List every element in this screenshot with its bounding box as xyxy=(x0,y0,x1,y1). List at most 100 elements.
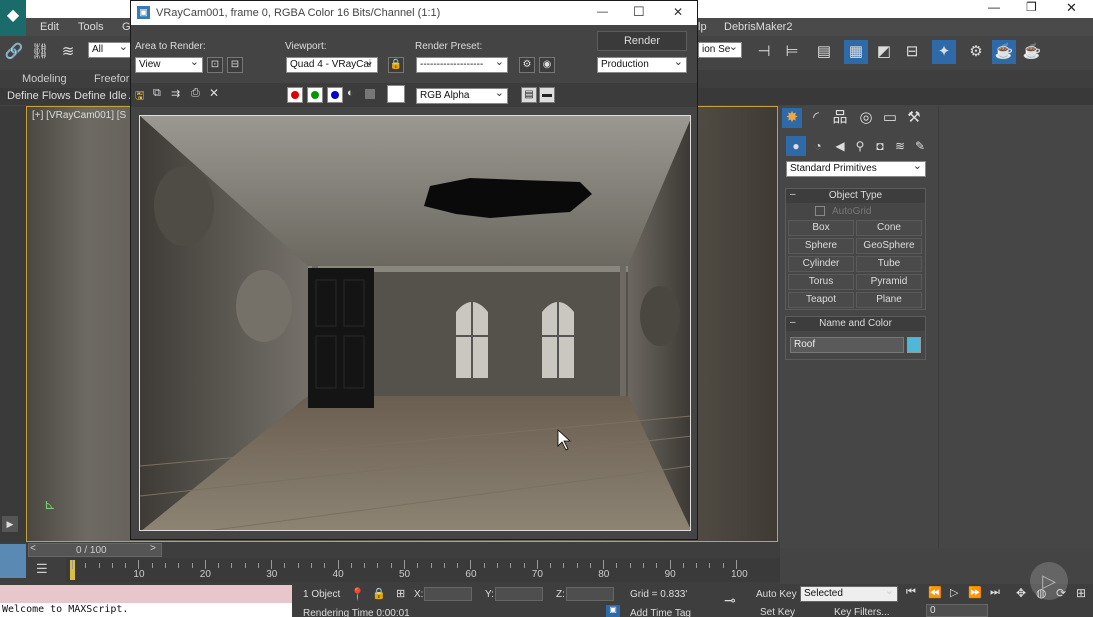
object-name-field[interactable]: Roof xyxy=(790,337,904,353)
render-window-close[interactable]: ✕ xyxy=(673,5,683,19)
cameras-icon[interactable]: ⚲ xyxy=(850,136,870,156)
time-slider-prev[interactable]: < xyxy=(30,543,36,554)
ribbon-tab-modeling[interactable]: Modeling xyxy=(22,73,67,85)
z-field[interactable] xyxy=(566,587,614,601)
auto-region-icon[interactable]: ⊟ xyxy=(227,57,243,73)
hierarchy-tab-icon[interactable]: 品 xyxy=(830,108,850,128)
tube-button[interactable]: Tube xyxy=(856,256,922,272)
render-setup-icon[interactable]: ⚙ xyxy=(964,40,988,64)
systems-icon[interactable]: ✎ xyxy=(910,136,930,156)
menu-help[interactable]: lp xyxy=(698,21,707,33)
spacewarps-icon[interactable]: ≋ xyxy=(890,136,910,156)
maxscript-listener-top[interactable] xyxy=(0,585,292,603)
pyramid-button[interactable]: Pyramid xyxy=(856,274,922,290)
layer-icon[interactable]: ▤ xyxy=(812,40,836,64)
app-logo-icon[interactable]: ◆ xyxy=(0,0,26,36)
rendered-image[interactable] xyxy=(139,115,691,531)
curve-editor-icon[interactable]: ◩ xyxy=(872,40,896,64)
menu-debrismaker[interactable]: DebrisMaker2 xyxy=(724,21,792,33)
prev-frame-icon[interactable]: ⏪ xyxy=(928,586,942,599)
material-editor-icon[interactable]: ✦ xyxy=(932,40,956,64)
mirror-icon[interactable]: ⊣ xyxy=(752,40,776,64)
toggle-ui-overlay-icon[interactable]: ▤ xyxy=(521,87,537,103)
copy-image-icon[interactable]: ⇉ xyxy=(171,87,180,100)
monochrome-icon[interactable] xyxy=(365,89,375,99)
key-filters-button[interactable]: Key Filters... xyxy=(834,607,890,617)
red-channel-button[interactable] xyxy=(287,87,303,103)
set-key-button[interactable]: Set Key xyxy=(760,607,795,617)
x-field[interactable] xyxy=(424,587,472,601)
current-frame-field[interactable]: 0 xyxy=(926,604,988,617)
area-to-render-dropdown[interactable]: View xyxy=(135,57,203,73)
green-channel-button[interactable] xyxy=(307,87,323,103)
cone-button[interactable]: Cone xyxy=(856,220,922,236)
viewport-label[interactable]: [+] [VRayCam001] [S xyxy=(32,110,126,121)
utilities-tab-icon[interactable]: ⚒ xyxy=(904,108,924,128)
modify-tab-icon[interactable]: ◜ xyxy=(806,108,826,128)
ribbon-define-flows[interactable]: Define Flows xyxy=(7,90,71,102)
display-tab-icon[interactable]: ▭ xyxy=(880,108,900,128)
autogrid-checkbox[interactable] xyxy=(815,206,825,216)
time-slider-next[interactable]: > xyxy=(150,543,156,554)
isolate-icon[interactable]: 📍 xyxy=(350,587,365,601)
menu-tools[interactable]: Tools xyxy=(78,21,104,33)
maxscript-listener[interactable]: Welcome to MAXScript. xyxy=(0,603,292,617)
render-setup-icon[interactable]: ⚙ xyxy=(519,57,535,73)
alpha-channel-icon[interactable]: ◐ xyxy=(347,87,354,99)
schematic-view-icon[interactable]: ⊟ xyxy=(900,40,924,64)
print-image-icon[interactable]: ⎙ xyxy=(191,87,200,100)
create-tab-icon[interactable]: ✸ xyxy=(782,108,802,128)
add-time-tag[interactable]: Add Time Tag xyxy=(630,608,691,617)
bind-spacewarp-icon[interactable]: ≋ xyxy=(56,40,80,64)
render-window-maximize[interactable]: ☐ xyxy=(633,4,645,20)
key-icon[interactable]: ⊸ xyxy=(724,592,736,609)
save-image-icon[interactable]: 🖫 xyxy=(135,87,144,106)
environment-icon[interactable]: ◉ xyxy=(539,57,555,73)
named-selection-dropdown[interactable]: ion Se xyxy=(698,42,742,58)
window-restore-button[interactable]: ❐ xyxy=(1026,0,1037,14)
motion-tab-icon[interactable]: ◎ xyxy=(856,108,876,128)
play-icon[interactable]: ▷ xyxy=(950,586,958,599)
align-icon[interactable]: ⊨ xyxy=(780,40,804,64)
cylinder-button[interactable]: Cylinder xyxy=(788,256,854,272)
curve-editor-toggle-icon[interactable]: ☰ xyxy=(36,561,48,577)
production-dropdown[interactable]: Production xyxy=(597,57,687,73)
geosphere-button[interactable]: GeoSphere xyxy=(856,238,922,254)
shapes-icon[interactable]: ◔ xyxy=(808,136,828,156)
helpers-icon[interactable]: ◘ xyxy=(870,136,890,156)
blue-channel-button[interactable] xyxy=(327,87,343,103)
transform-mode-icon[interactable]: ⊞ xyxy=(396,587,405,600)
pan-icon[interactable]: ✥ xyxy=(1016,586,1026,600)
auto-key-button[interactable]: Auto Key xyxy=(756,589,797,600)
maximize-viewport-icon[interactable]: ⊞ xyxy=(1076,586,1086,600)
add-time-tag-icon[interactable]: ▣ xyxy=(606,605,620,617)
render-production-icon[interactable]: ☕ xyxy=(1020,40,1044,64)
window-close-button[interactable]: ✕ xyxy=(1066,0,1077,16)
toggle-ui-icon[interactable]: ▬ xyxy=(539,87,555,103)
lock-viewport-icon[interactable]: 🔒 xyxy=(388,57,404,73)
viewport-dropdown[interactable]: Quad 4 - VRayCai xyxy=(286,57,378,73)
window-minimize-button[interactable]: — xyxy=(988,0,1000,14)
ribbon-define-idle[interactable]: Define Idle A xyxy=(74,90,136,102)
torus-button[interactable]: Torus xyxy=(788,274,854,290)
clone-window-icon[interactable]: ⧉ xyxy=(153,87,161,100)
sphere-button[interactable]: Sphere xyxy=(788,238,854,254)
link-icon[interactable]: 🔗 xyxy=(2,40,26,64)
object-color-swatch[interactable] xyxy=(907,337,921,353)
scene-explorer-icon[interactable]: ▦ xyxy=(844,40,868,64)
rendered-frame-window-icon[interactable]: ☕ xyxy=(992,40,1016,64)
swatch-color[interactable] xyxy=(387,85,405,103)
box-button[interactable]: Box xyxy=(788,220,854,236)
play-toggle-button[interactable]: ▶ xyxy=(2,516,18,532)
render-preset-dropdown[interactable]: ------------------- xyxy=(416,57,508,73)
render-button[interactable]: Render xyxy=(597,31,687,51)
selection-filter-dropdown[interactable]: All xyxy=(88,42,132,58)
go-to-end-icon[interactable]: ⏭ xyxy=(990,586,1000,599)
unlink-icon[interactable]: ⛓ xyxy=(28,40,52,64)
channel-display-dropdown[interactable]: RGB Alpha xyxy=(416,88,508,104)
y-field[interactable] xyxy=(495,587,543,601)
plane-button[interactable]: Plane xyxy=(856,292,922,308)
teapot-button[interactable]: Teapot xyxy=(788,292,854,308)
geometry-icon[interactable]: ● xyxy=(786,136,806,156)
lock-selection-icon[interactable]: 🔒 xyxy=(372,587,386,600)
